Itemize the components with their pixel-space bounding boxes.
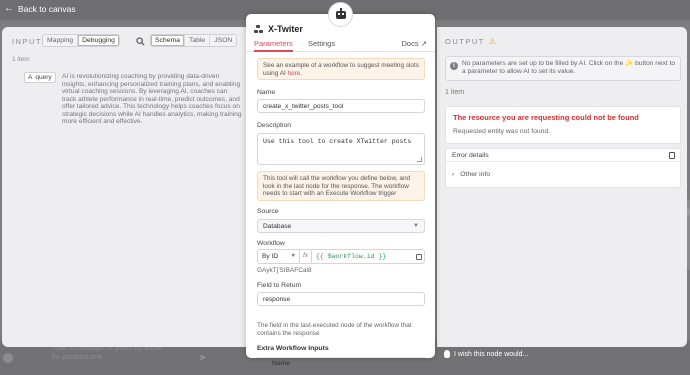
divider bbox=[257, 357, 425, 358]
extra-inputs-label: Extra Workflow Inputs bbox=[257, 345, 329, 352]
view-json[interactable]: JSON bbox=[210, 35, 237, 46]
tip-end: . bbox=[300, 69, 303, 77]
chevron-down-icon: ▼ bbox=[290, 253, 296, 259]
tip-text: See an example of a workflow to suggest … bbox=[263, 62, 419, 77]
workflow-tool-icon bbox=[254, 24, 263, 34]
tab-bar: Parameters Settings Docs ↗ bbox=[246, 38, 435, 52]
workflow-field: By ID ▼ fx {{ $workflow.id }} bbox=[257, 249, 425, 264]
field-return-label: Field to Return bbox=[257, 282, 302, 289]
mode-debugging[interactable]: Debugging bbox=[78, 35, 119, 46]
tab-settings[interactable]: Settings bbox=[308, 39, 335, 48]
chat-avatar bbox=[3, 353, 13, 363]
mode-mapping[interactable]: Mapping bbox=[43, 35, 79, 46]
description-label: Description bbox=[257, 122, 291, 129]
docs-link[interactable]: Docs ↗ bbox=[402, 39, 427, 48]
name-label: Name bbox=[257, 89, 276, 96]
input-title: INPUT bbox=[12, 37, 42, 46]
tool-info-notice: This tool will call the workflow you def… bbox=[257, 171, 425, 201]
other-info-label: Other info bbox=[460, 171, 491, 178]
resize-handle-icon[interactable] bbox=[417, 157, 422, 162]
node-title[interactable]: X-Twiter bbox=[268, 24, 303, 34]
error-title: The resource you are requesting could no… bbox=[453, 113, 639, 122]
workflow-mode-value: By ID bbox=[262, 253, 279, 260]
field-return-hint: The field in the last-executed node of t… bbox=[257, 322, 412, 337]
workflow-mode-select[interactable]: By ID ▼ bbox=[258, 250, 300, 263]
view-schema[interactable]: Schema bbox=[151, 35, 185, 46]
error-details-header: Error details bbox=[446, 149, 680, 162]
workflow-id-preview: GAykTj'SIBAFCal8 bbox=[257, 267, 312, 274]
workflow-label: Workflow bbox=[257, 240, 285, 247]
field-value: AI is revolutionizing coaching by provid… bbox=[62, 73, 242, 125]
expression-icon: fx bbox=[300, 250, 312, 263]
input-panel: INPUT Mapping Debugging Schema Table JSO… bbox=[2, 27, 246, 347]
external-link-icon: ↗ bbox=[420, 39, 427, 48]
output-title: OUTPUT bbox=[445, 37, 485, 46]
feedback-label: I wish this node would... bbox=[454, 350, 529, 358]
example-tip: See an example of a workflow to suggest … bbox=[257, 58, 425, 80]
error-details-label: Error details bbox=[452, 152, 489, 159]
lightbulb-icon bbox=[444, 350, 450, 358]
source-label: Source bbox=[257, 208, 279, 215]
feedback-link[interactable]: I wish this node would... bbox=[444, 350, 528, 358]
output-panel: OUTPUT ⚠ i No parameters are set up to b… bbox=[437, 27, 687, 347]
docs-label: Docs bbox=[401, 39, 419, 48]
workflow-expression[interactable]: {{ $workflow.id }} bbox=[316, 253, 386, 260]
ai-notice-text: No parameters are set up to be filled by… bbox=[462, 60, 676, 75]
search-icon[interactable] bbox=[136, 37, 145, 46]
tab-parameters[interactable]: Parameters bbox=[254, 39, 293, 52]
back-to-canvas-button[interactable]: ← Back to canvas bbox=[4, 3, 76, 15]
expand-icon[interactable] bbox=[416, 254, 422, 260]
field-key-pill[interactable]: A query bbox=[24, 72, 56, 83]
description-field[interactable]: Use this tool to create XTwitter posts bbox=[257, 133, 425, 165]
chevron-down-icon: ▼ bbox=[413, 223, 419, 229]
output-items-count: 1 item bbox=[445, 89, 465, 96]
info-icon: i bbox=[450, 62, 458, 70]
text-type-icon: A bbox=[28, 74, 33, 81]
input-items-count: 1 item bbox=[12, 56, 30, 63]
other-info-toggle[interactable]: › Other info bbox=[452, 171, 490, 178]
warning-icon: ⚠ bbox=[488, 37, 497, 46]
node-title-row: X-Twiter bbox=[254, 24, 303, 34]
send-icon[interactable]: ➤ bbox=[198, 351, 207, 364]
view-table[interactable]: Table bbox=[184, 35, 211, 46]
output-title-row: OUTPUT ⚠ bbox=[445, 37, 496, 46]
tip-link[interactable]: here bbox=[288, 70, 301, 77]
ai-notice: i No parameters are set up to be filled … bbox=[445, 56, 681, 81]
error-box: The resource you are requesting could no… bbox=[445, 106, 681, 144]
node-settings-modal: X-Twiter Parameters Settings Docs ↗ See … bbox=[246, 14, 435, 367]
back-label: Back to canvas bbox=[18, 4, 76, 14]
extra-name-column: Name bbox=[272, 360, 291, 367]
mode-toggle: Mapping Debugging bbox=[42, 34, 120, 47]
field-key: query bbox=[35, 74, 52, 81]
field-return-input[interactable]: response bbox=[257, 292, 425, 306]
description-value: Use this tool to create XTwitter posts bbox=[263, 138, 412, 145]
arrow-left-icon: ← bbox=[4, 3, 14, 14]
error-subtitle: Requested entity was not found. bbox=[453, 128, 551, 135]
error-details: Error details › Other info bbox=[445, 148, 681, 188]
copy-icon[interactable] bbox=[669, 152, 675, 159]
source-select[interactable]: Database ▼ bbox=[257, 219, 425, 233]
chevron-right-icon: › bbox=[452, 171, 455, 178]
source-value: Database bbox=[263, 223, 292, 230]
view-toggle: Schema Table JSON bbox=[150, 34, 238, 47]
name-field[interactable]: create_x_twitter_posts_tool bbox=[257, 99, 425, 113]
robot-icon bbox=[328, 2, 353, 27]
